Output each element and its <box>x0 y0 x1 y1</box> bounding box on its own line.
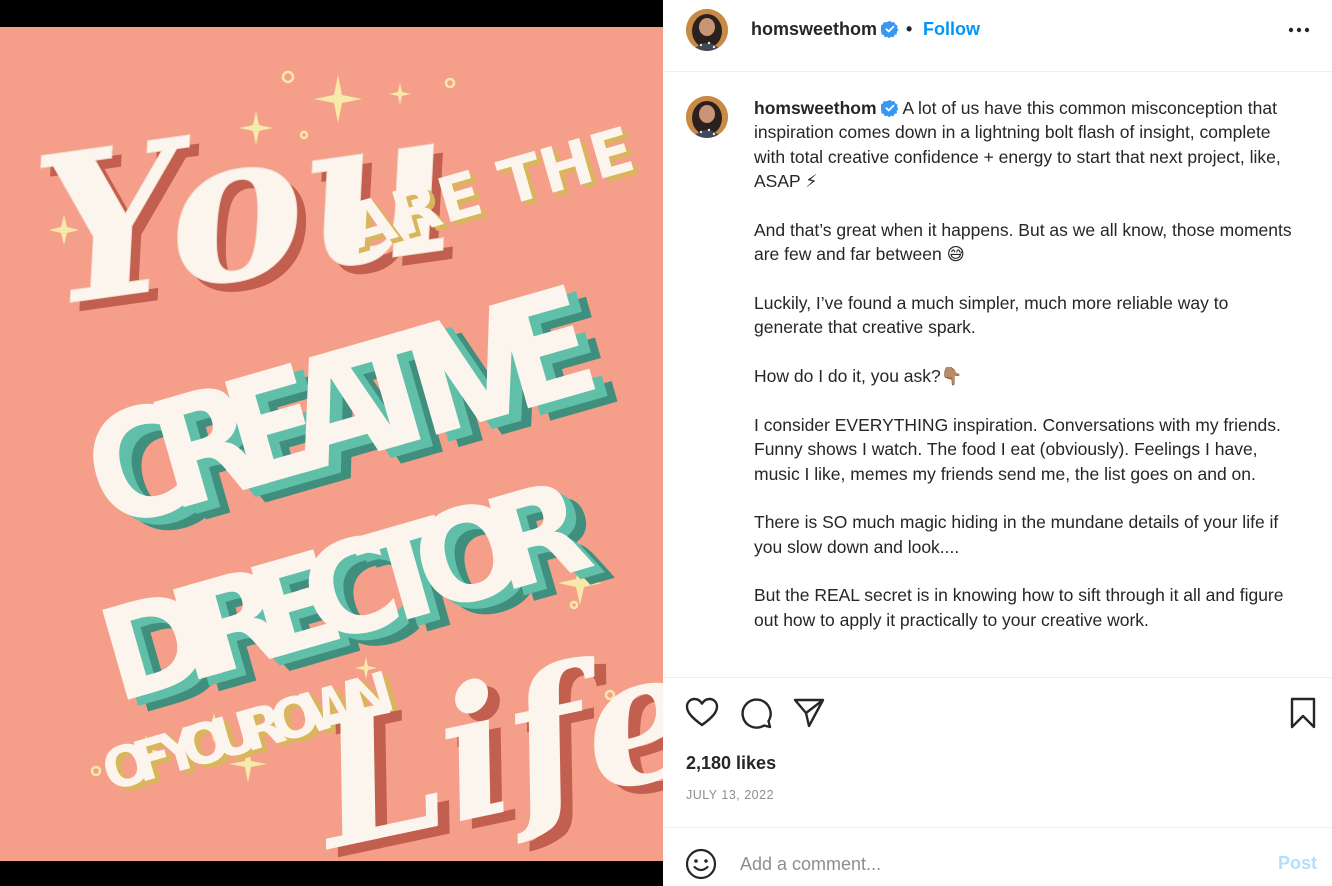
post-date[interactable]: JULY 13, 2022 <box>686 788 774 802</box>
post-image[interactable]: You You ARE THE ARE THE CREATIVE CREATIV… <box>0 27 663 861</box>
artwork-illustration: You You ARE THE ARE THE CREATIVE CREATIV… <box>0 27 663 861</box>
emoji-icon[interactable] <box>685 848 717 880</box>
caption-paragraph-4: How do I do it, you ask?👇🏽 <box>754 366 963 387</box>
caption-paragraph-3: Luckily, I’ve found a much simpler, much… <box>754 293 1229 338</box>
author-username[interactable]: homsweethom <box>751 19 899 40</box>
heart-icon[interactable] <box>685 696 719 730</box>
action-bar <box>663 692 1332 736</box>
caption-author-avatar[interactable] <box>686 96 728 138</box>
caption-paragraph: homsweethom A lot of us have this common… <box>754 96 1299 194</box>
bookmark-icon[interactable] <box>1286 696 1320 730</box>
post-details-panel: homsweethom • Follow homsweethom A lot o… <box>663 0 1332 886</box>
caption-paragraph-6: There is SO much magic hiding in the mun… <box>754 512 1279 557</box>
post-comment-button[interactable]: Post <box>1278 853 1317 874</box>
avatar-icon <box>686 9 728 51</box>
caption-text: homsweethom A lot of us have this common… <box>754 96 1299 657</box>
caption-section: homsweethom A lot of us have this common… <box>663 72 1332 678</box>
author-avatar[interactable] <box>686 9 728 51</box>
verified-badge-icon <box>880 99 898 117</box>
caption-paragraph-7: But the REAL secret is in knowing how to… <box>754 585 1284 630</box>
caption-username[interactable]: homsweethom <box>754 98 877 118</box>
likes-count[interactable]: 2,180 likes <box>686 753 776 774</box>
post-header: homsweethom • Follow <box>663 0 1332 72</box>
comment-bar: Post <box>663 827 1332 886</box>
post-media: You You ARE THE ARE THE CREATIVE CREATIV… <box>0 0 663 886</box>
header-separator: • <box>906 19 913 39</box>
comment-input[interactable] <box>740 848 1240 880</box>
verified-badge-icon <box>881 20 899 38</box>
share-icon[interactable] <box>792 696 826 730</box>
caption-paragraph-2: And that’s great when it happens. But as… <box>754 219 1292 265</box>
follow-button[interactable]: Follow <box>923 19 980 40</box>
caption-paragraph-5: I consider EVERYTHING inspiration. Conve… <box>754 414 1281 484</box>
avatar-icon <box>686 96 728 138</box>
author-username-text[interactable]: homsweethom <box>751 19 877 39</box>
comment-icon[interactable] <box>739 696 773 730</box>
more-options-icon[interactable] <box>1286 20 1312 40</box>
